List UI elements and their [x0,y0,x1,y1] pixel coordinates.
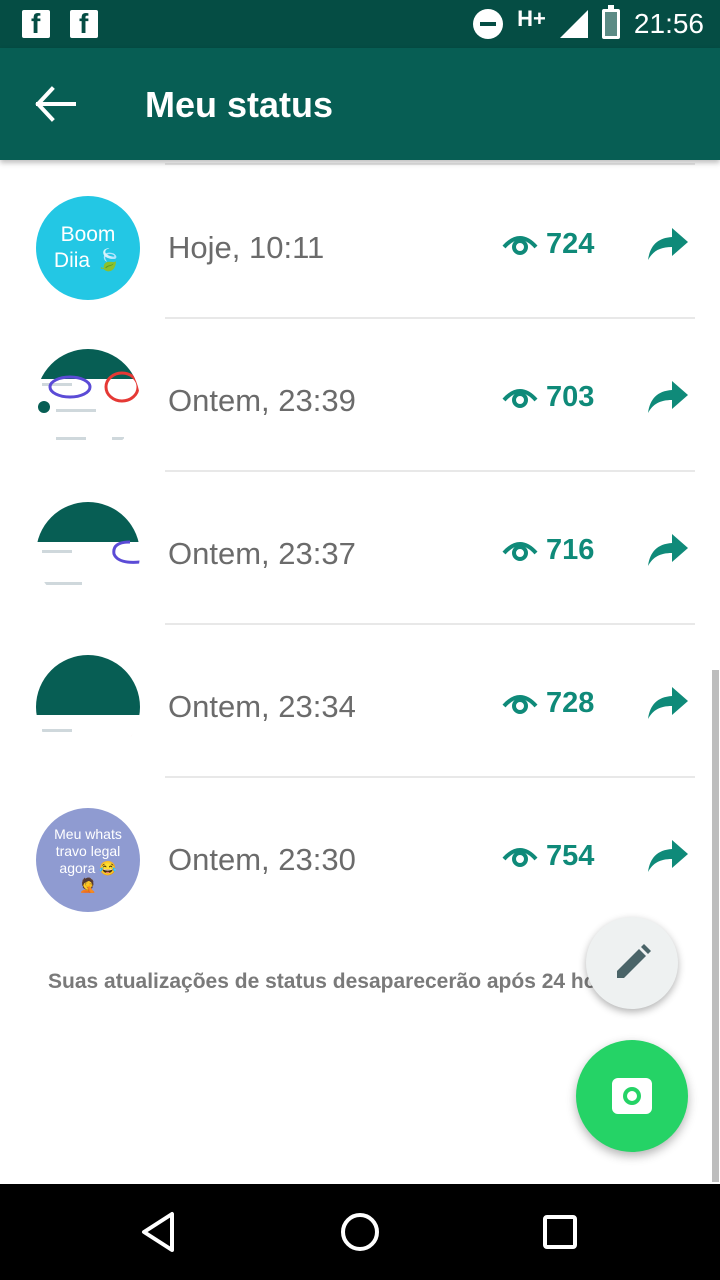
notification-icons [22,8,98,40]
battery-icon [601,5,620,39]
status-thumbnail[interactable]: Boom Diia 🍃 [36,196,140,300]
camera-status-button[interactable] [576,1040,688,1152]
thumbnail-text: travo legal [55,843,121,859]
status-time: Ontem, 23:30 [168,842,356,877]
thumbnail-text: Diia 🍃 [53,249,123,272]
share-icon[interactable] [646,379,690,415]
eye-icon [502,847,538,867]
share-icon[interactable] [646,226,690,262]
eye-icon [502,235,538,255]
page-title: Meu status [145,84,334,125]
share-icon[interactable] [646,838,690,874]
system-indicators: H+ 21:56 [473,5,704,42]
eye-icon [502,541,538,561]
status-thumbnail[interactable] [36,349,140,453]
screen: H+ 21:56 Meu status Boom Diia 🍃 Hoje, 10… [0,0,720,1280]
share-icon[interactable] [646,685,690,721]
share-icon[interactable] [646,532,690,568]
facebook-icon [70,8,98,40]
clock: 21:56 [633,8,704,39]
status-row[interactable]: Ontem, 23:37 716 [0,472,720,625]
status-time: Hoje, 10:11 [168,230,325,265]
divider [165,163,695,165]
status-time: Ontem, 23:39 [168,383,356,418]
back-triangle-icon[interactable] [136,1208,184,1256]
eye-icon [502,694,538,714]
camera-icon [612,1078,652,1114]
recents-square-icon[interactable] [536,1208,584,1256]
view-count-number: 716 [546,534,595,566]
system-navigation-bar [0,1184,720,1280]
status-row[interactable]: Ontem, 23:34 728 [0,625,720,778]
thumbnail-text: agora 😂 [59,860,117,876]
status-thumbnail[interactable]: Meu whats travo legal agora 😂 🤦 [36,808,140,912]
view-count-number: 754 [546,840,595,872]
scrollbar[interactable] [712,670,719,1182]
status-time: Ontem, 23:37 [168,536,356,571]
status-row[interactable]: Boom Diia 🍃 Hoje, 10:11 724 [0,166,720,319]
edit-text-status-button[interactable] [586,917,678,1009]
view-count[interactable]: 728 [502,687,594,720]
thumbnail-text: Boom [60,223,116,246]
status-time: Ontem, 23:34 [168,689,356,724]
status-row[interactable]: Ontem, 23:39 703 [0,319,720,472]
arrow-left-icon[interactable] [30,84,80,124]
view-count-number: 728 [546,687,595,719]
network-type: H+ [517,6,546,31]
home-circle-icon[interactable] [336,1208,384,1256]
view-count[interactable]: 754 [502,840,594,873]
status-thumbnail[interactable] [36,655,140,759]
pencil-icon [617,944,651,978]
view-count[interactable]: 716 [502,534,594,567]
do-not-disturb-icon [473,9,504,39]
status-thumbnail[interactable] [36,502,140,606]
app-bar: Meu status [0,48,720,160]
eye-icon [502,388,538,408]
status-row[interactable]: Meu whats travo legal agora 😂 🤦 Ontem, 2… [0,778,720,931]
view-count[interactable]: 724 [502,228,594,261]
view-count-number: 724 [546,228,595,260]
view-count-number: 703 [546,381,595,413]
thumbnail-text: Meu whats [54,826,122,842]
view-count[interactable]: 703 [502,381,594,414]
thumbnail-text: 🤦 [79,877,97,893]
facebook-icon [22,8,50,40]
signal-icon [559,10,588,38]
system-status-bar: H+ 21:56 [0,0,720,48]
